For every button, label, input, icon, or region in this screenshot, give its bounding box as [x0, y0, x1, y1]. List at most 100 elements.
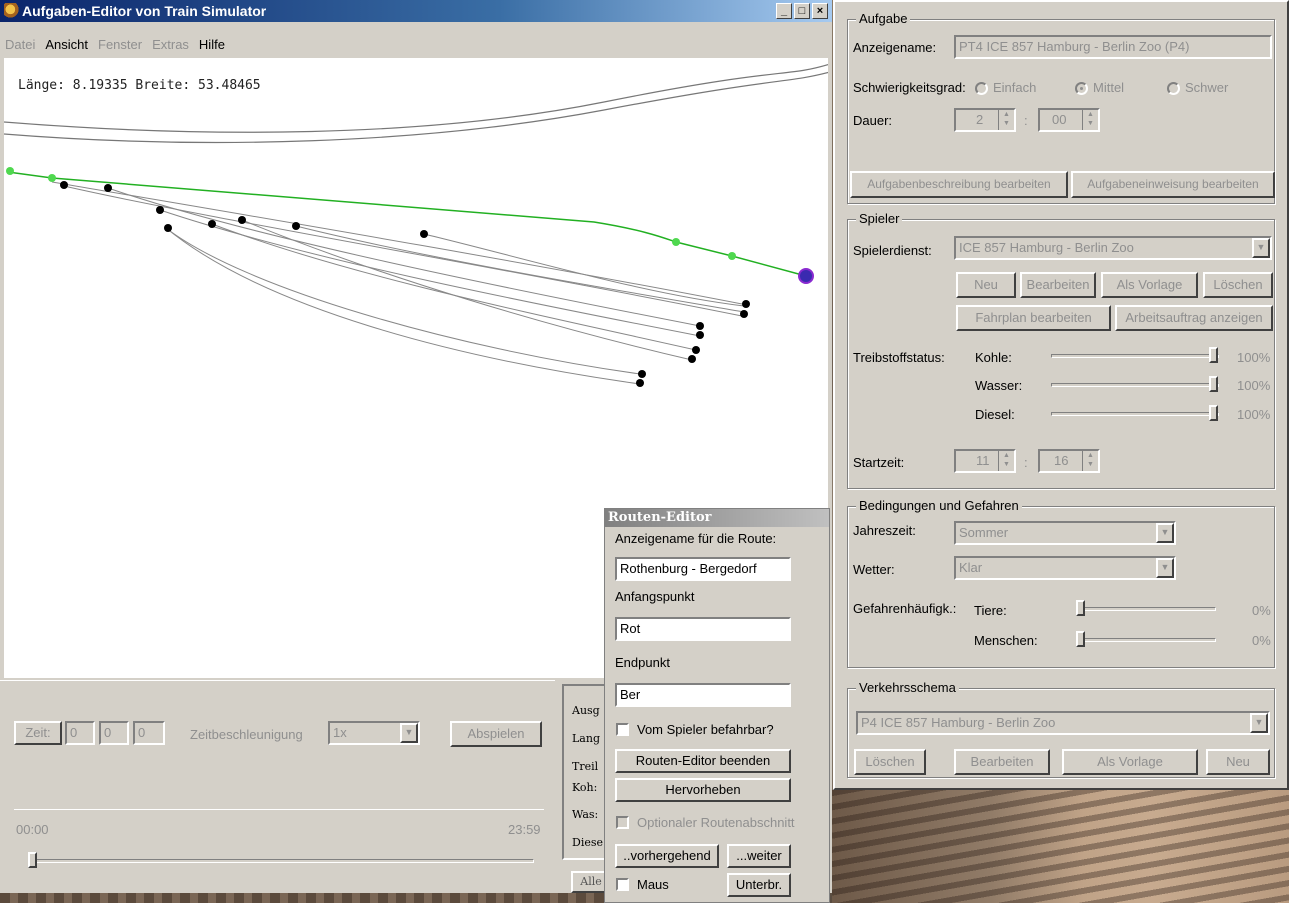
conditions-group: Bedingungen und Gefahren Jahreszeit: Som… — [847, 498, 1275, 668]
start-minute-spinner[interactable]: 16 ▲ ▼ — [1038, 449, 1100, 473]
animals-slider-track[interactable] — [1076, 607, 1216, 611]
fuel-status-label: Treibstoffstatus: — [853, 350, 945, 365]
junction-marker[interactable] — [238, 216, 246, 224]
start-point-input[interactable]: Rot — [615, 617, 791, 641]
player-service-select[interactable]: ICE 857 Hamburg - Berlin Zoo ▼ — [954, 236, 1272, 260]
difficulty-hard-radio[interactable] — [1167, 82, 1180, 95]
difficulty-medium-radio[interactable] — [1075, 82, 1088, 95]
menu-extras[interactable]: Extras — [147, 34, 194, 56]
water-slider-thumb[interactable] — [1209, 376, 1218, 392]
spinner-arrows-icon[interactable]: ▲ ▼ — [998, 451, 1014, 471]
chevron-down-icon[interactable]: ▼ — [400, 723, 418, 743]
chevron-down-icon[interactable]: ▼ — [1252, 238, 1270, 258]
junction-marker[interactable] — [420, 230, 428, 238]
close-icon[interactable]: × — [812, 3, 828, 19]
junction-marker[interactable] — [164, 224, 172, 232]
junction-marker[interactable] — [696, 322, 704, 330]
menu-fenster[interactable]: Fenster — [93, 34, 147, 56]
junction-marker[interactable] — [692, 346, 700, 354]
spinner-arrows-icon[interactable]: ▲ ▼ — [1082, 110, 1098, 130]
junction-marker[interactable] — [60, 181, 68, 189]
previous-button[interactable]: ..vorhergehend — [615, 844, 719, 868]
minimize-icon[interactable]: _ — [776, 3, 792, 19]
junction-marker[interactable] — [742, 300, 750, 308]
close-route-editor-button[interactable]: Routen-Editor beenden — [615, 749, 791, 773]
junction-marker[interactable] — [688, 355, 696, 363]
weather-select[interactable]: Klar ▼ — [954, 556, 1176, 580]
coal-slider-track[interactable] — [1051, 354, 1219, 358]
edit-timetable-button[interactable]: Fahrplan bearbeiten — [956, 305, 1111, 331]
timeline-slider-thumb[interactable] — [28, 852, 37, 868]
route-editor-title[interactable]: Routen-Editor — [605, 509, 829, 527]
junction-marker[interactable] — [156, 206, 164, 214]
mouse-checkbox[interactable] — [616, 878, 629, 891]
chevron-down-icon[interactable]: ▼ — [1250, 713, 1268, 733]
service-template-button[interactable]: Als Vorlage — [1101, 272, 1198, 298]
diesel-value: 100% — [1237, 407, 1271, 422]
new-service-button[interactable]: Neu — [956, 272, 1016, 298]
junction-marker[interactable] — [636, 379, 644, 387]
start-hour-spinner[interactable]: 11 ▲ ▼ — [954, 449, 1016, 473]
play-button[interactable]: Abspielen — [450, 721, 542, 747]
junction-marker[interactable] — [638, 370, 646, 378]
new-traffic-button[interactable]: Neu — [1206, 749, 1270, 775]
edit-service-button[interactable]: Bearbeiten — [1020, 272, 1096, 298]
minutes-field[interactable]: 0 — [99, 721, 129, 745]
season-select[interactable]: Sommer ▼ — [954, 521, 1176, 545]
delete-service-button[interactable]: Löschen — [1203, 272, 1273, 298]
junction-marker[interactable] — [292, 222, 300, 230]
diesel-label: Diesel: — [975, 407, 1015, 422]
route-name-input[interactable]: Rothenburg - Bergedorf — [615, 557, 791, 581]
duration-minutes-spinner[interactable]: 00 ▲ ▼ — [1038, 108, 1100, 132]
people-slider-track[interactable] — [1076, 638, 1216, 642]
delete-traffic-button[interactable]: Löschen — [854, 749, 926, 775]
traffic-template-button[interactable]: Als Vorlage — [1062, 749, 1198, 775]
hours-field[interactable]: 0 — [65, 721, 95, 745]
route-end-marker[interactable] — [798, 268, 814, 284]
people-slider-thumb[interactable] — [1076, 631, 1085, 647]
timeline-slider-track[interactable] — [28, 859, 534, 863]
menu-datei[interactable]: Datei — [0, 34, 40, 56]
route-waypoint[interactable] — [48, 174, 56, 182]
menu-ansicht[interactable]: Ansicht — [40, 34, 93, 56]
junction-marker[interactable] — [740, 310, 748, 318]
menu-hilfe[interactable]: Hilfe — [194, 34, 230, 56]
end-point-input[interactable]: Ber — [615, 683, 791, 707]
edit-traffic-button[interactable]: Bearbeiten — [954, 749, 1050, 775]
optional-section-checkbox[interactable] — [616, 816, 629, 829]
duration-hours-spinner[interactable]: 2 ▲ ▼ — [954, 108, 1016, 132]
player-drivable-label: Vom Spieler befahrbar? — [637, 722, 774, 737]
edit-description-button[interactable]: Aufgabenbeschreibung bearbeiten — [850, 171, 1068, 198]
spinner-arrows-icon[interactable]: ▲ ▼ — [1082, 451, 1098, 471]
display-name-field[interactable]: PT4 ICE 857 Hamburg - Berlin Zoo (P4) — [954, 35, 1272, 59]
animals-slider-thumb[interactable] — [1076, 600, 1085, 616]
traffic-pattern-select[interactable]: P4 ICE 857 Hamburg - Berlin Zoo ▼ — [856, 711, 1270, 735]
route-waypoint[interactable] — [6, 167, 14, 175]
interrupt-button[interactable]: Unterbr. — [727, 873, 791, 897]
route-waypoint[interactable] — [728, 252, 736, 260]
track-line — [241, 219, 693, 361]
diesel-slider-track[interactable] — [1051, 412, 1219, 416]
difficulty-easy-radio[interactable] — [975, 82, 988, 95]
time-button[interactable]: Zeit: — [14, 721, 62, 745]
coal-slider-thumb[interactable] — [1209, 347, 1218, 363]
show-work-order-button[interactable]: Arbeitsauftrag anzeigen — [1115, 305, 1273, 331]
seconds-field[interactable]: 0 — [133, 721, 165, 745]
diesel-slider-thumb[interactable] — [1209, 405, 1218, 421]
player-drivable-checkbox[interactable] — [616, 723, 629, 736]
highlight-button[interactable]: Hervorheben — [615, 778, 791, 802]
junction-marker[interactable] — [208, 220, 216, 228]
route-waypoint[interactable] — [672, 238, 680, 246]
maximize-icon[interactable]: □ — [794, 3, 810, 19]
time-acceleration-select[interactable]: 1x ▼ — [328, 721, 420, 745]
junction-marker[interactable] — [696, 331, 704, 339]
next-button[interactable]: ...weiter — [727, 844, 791, 868]
edit-briefing-button[interactable]: Aufgabeneinweisung bearbeiten — [1071, 171, 1275, 198]
title-bar[interactable]: Aufgaben-Editor von Train Simulator _ □ … — [0, 0, 832, 22]
info-row: Koh: — [572, 781, 598, 794]
chevron-down-icon[interactable]: ▼ — [1156, 558, 1174, 578]
water-slider-track[interactable] — [1051, 383, 1219, 387]
junction-marker[interactable] — [104, 184, 112, 192]
spinner-arrows-icon[interactable]: ▲ ▼ — [998, 110, 1014, 130]
chevron-down-icon[interactable]: ▼ — [1156, 523, 1174, 543]
